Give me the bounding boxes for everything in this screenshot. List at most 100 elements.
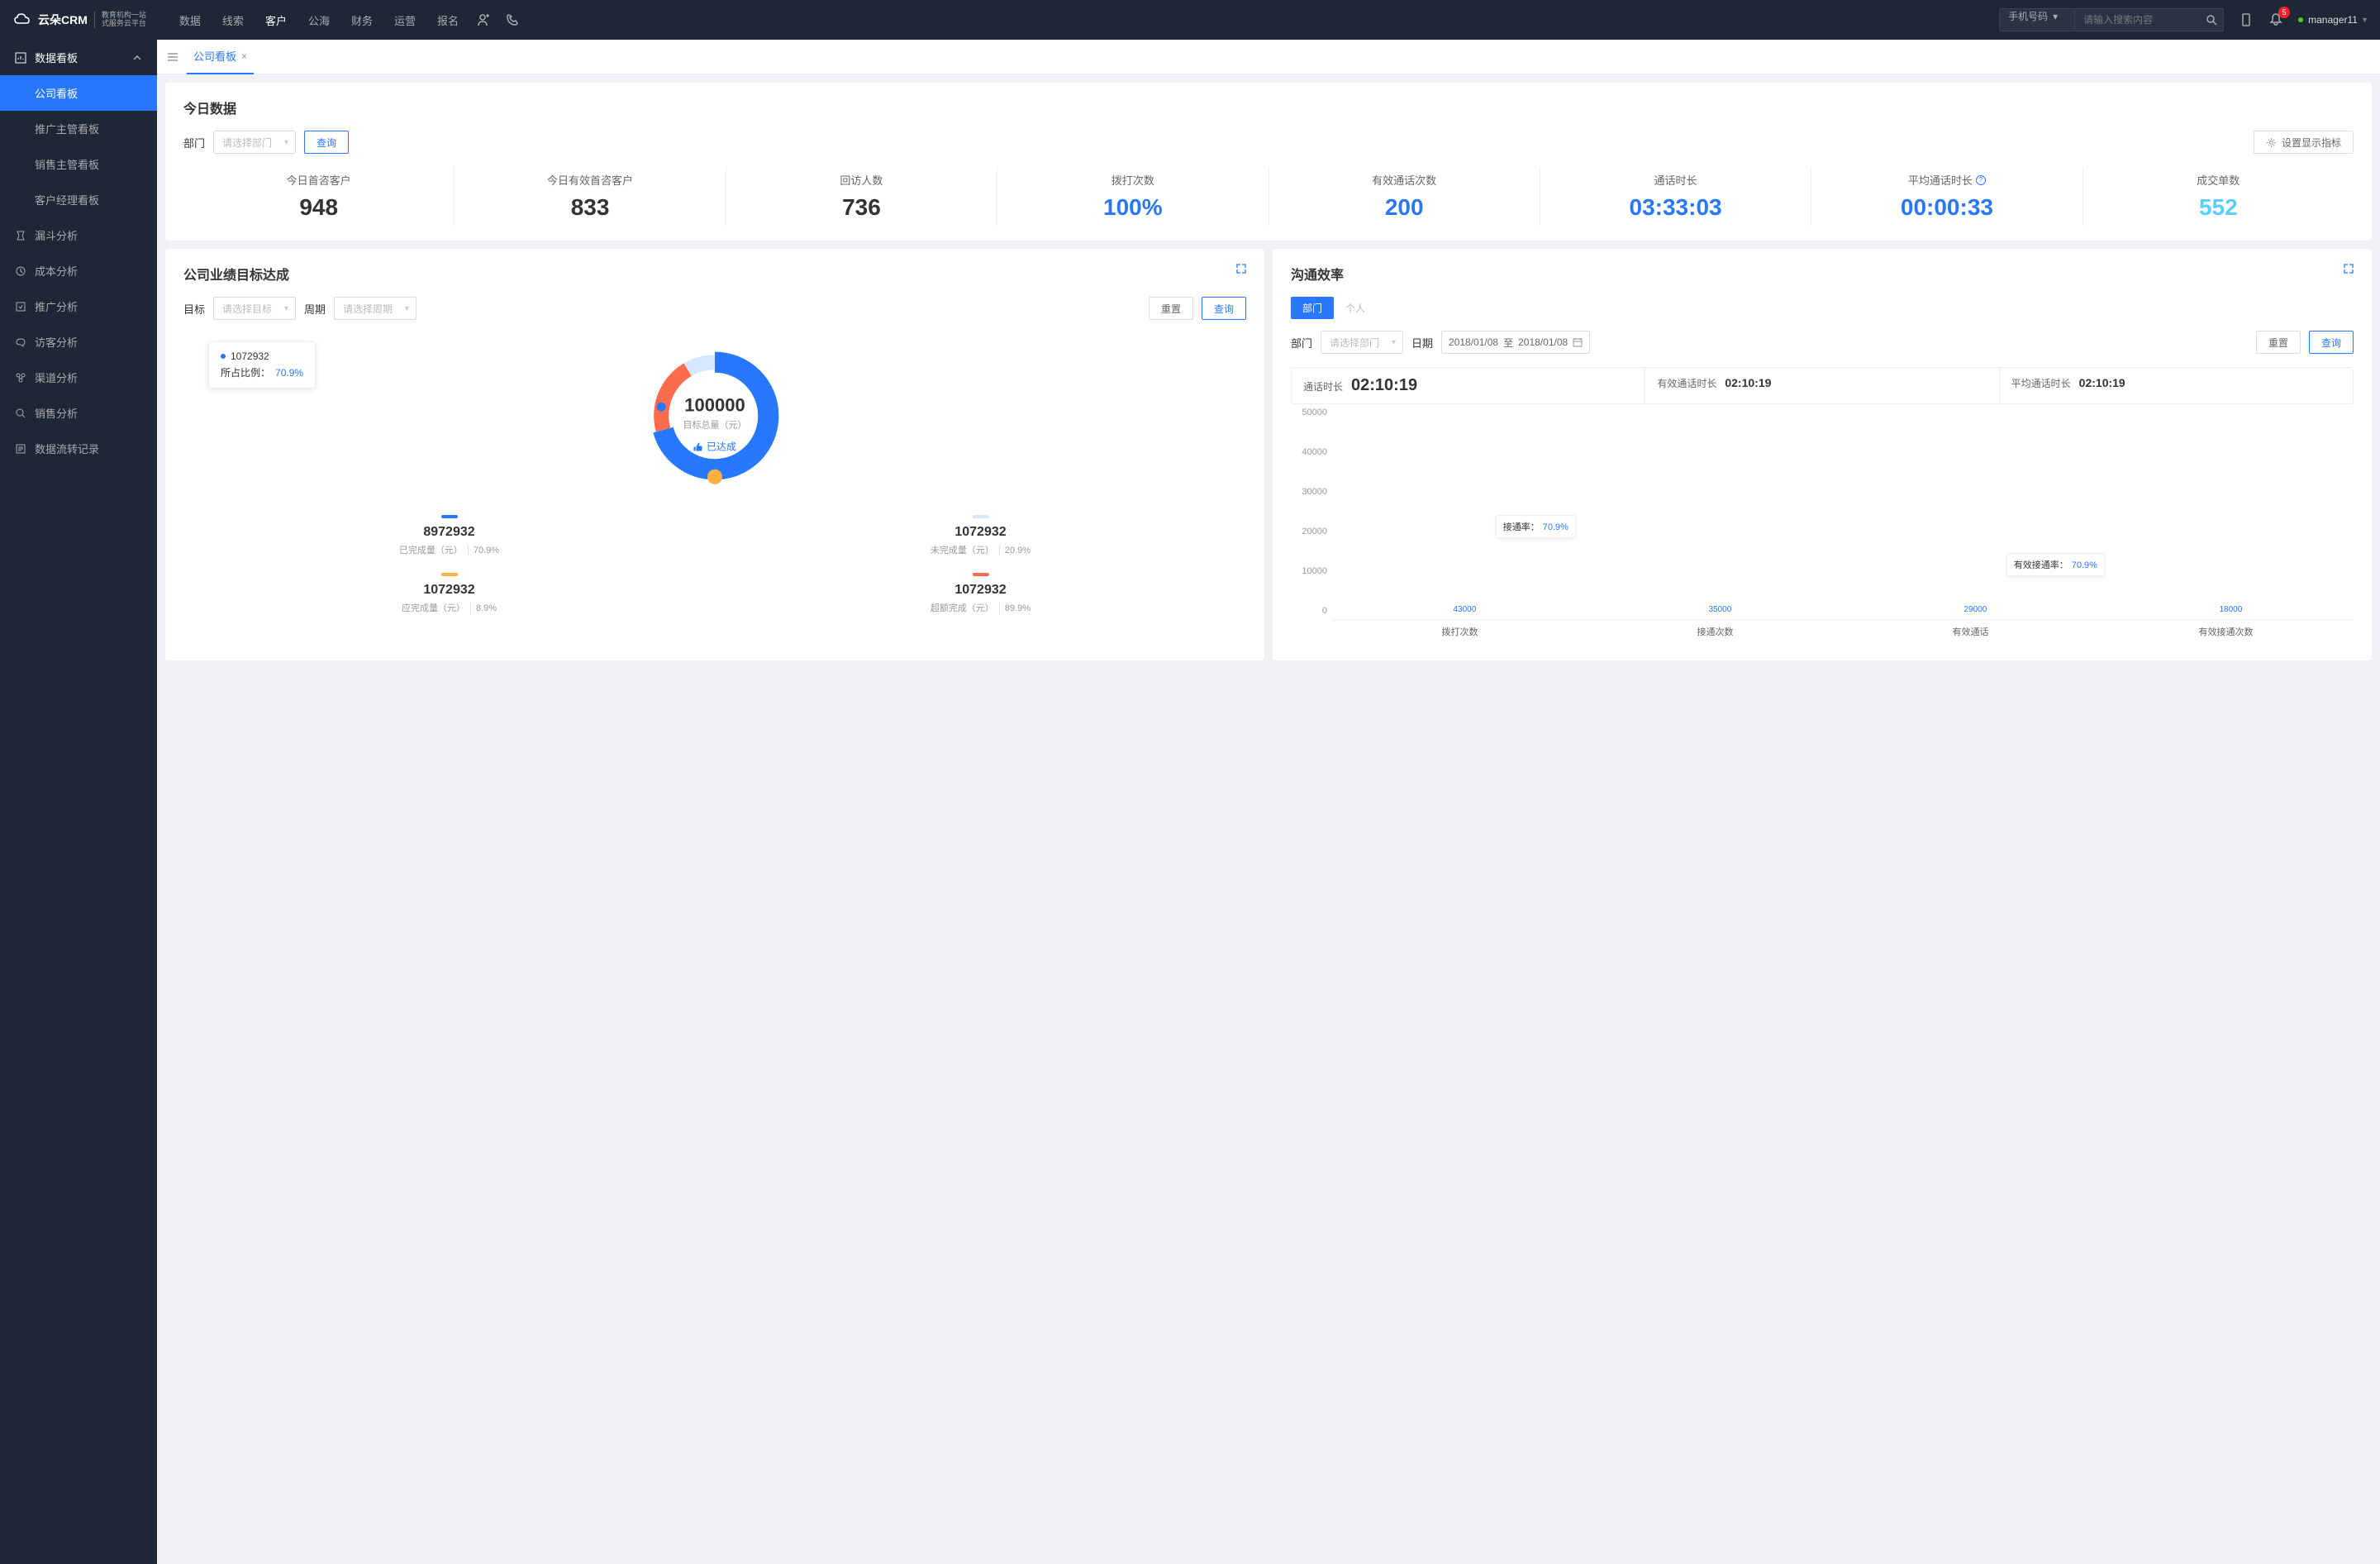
nav-item-5[interactable]: 运营 [394, 12, 416, 28]
date-range[interactable]: 2018/01/08 至 2018/01/08 [1441, 331, 1590, 354]
comm-title: 沟通效率 [1291, 264, 2354, 284]
sidebar: 数据看板 公司看板推广主管看板销售主管看板客户经理看板 漏斗分析成本分析推广分析… [0, 40, 157, 1564]
sidebar-item-6[interactable]: 数据流转记录 [0, 431, 157, 466]
menu-icon[interactable] [167, 51, 178, 63]
tooltip-ratio-label: 所占比例： [221, 365, 270, 379]
nav-quick-icons [475, 12, 520, 27]
dept-label: 部门 [1291, 335, 1312, 350]
username: manager11 [2308, 14, 2358, 26]
add-user-icon[interactable] [475, 12, 490, 27]
search-input[interactable] [2075, 8, 2224, 31]
gear-icon [2266, 137, 2277, 148]
notifications[interactable]: 5 [2268, 12, 2283, 29]
menu-item-icon [15, 301, 26, 312]
sidebar-item-4[interactable]: 渠道分析 [0, 360, 157, 395]
query-button[interactable]: 查询 [2309, 331, 2354, 354]
tabs-bar: 公司看板 × [157, 40, 2380, 74]
sidebar-category-dashboard[interactable]: 数据看板 [0, 40, 157, 75]
y-tick: 20000 [1302, 527, 1327, 536]
tab-person[interactable]: 个人 [1334, 297, 1377, 319]
bar-value-label: 18000 [2220, 605, 2243, 614]
donut-center: 100000 目标总量（元） 已达成 [683, 395, 747, 454]
kpi-label: 今日首咨客户 [183, 172, 454, 188]
sidebar-sub-0[interactable]: 公司看板 [0, 75, 157, 111]
stat-value: 02:10:19 [2079, 376, 2125, 389]
period-select[interactable]: 请选择周期 [334, 297, 416, 320]
tab-dept[interactable]: 部门 [1291, 297, 1334, 319]
menu-item-icon [15, 408, 26, 419]
phone-icon[interactable] [505, 12, 520, 27]
settings-indicators-button[interactable]: 设置显示指标 [2254, 131, 2354, 154]
chevron-down-icon: ▾ [2363, 16, 2367, 25]
date-sep: 至 [1503, 336, 1513, 350]
sidebar-item-label: 漏斗分析 [35, 227, 78, 243]
sidebar-item-3[interactable]: 访客分析 [0, 324, 157, 360]
nav-item-2[interactable]: 客户 [265, 12, 287, 28]
menu-item-icon [15, 336, 26, 348]
kpi-0: 今日首咨客户948 [183, 167, 455, 226]
help-icon[interactable]: ? [1976, 175, 1986, 185]
y-tick: 0 [1322, 606, 1327, 616]
donut-status: 已达成 [683, 440, 747, 454]
sidebar-item-2[interactable]: 推广分析 [0, 288, 157, 324]
kpi-7: 成交单数552 [2083, 167, 2354, 226]
comm-dept-select[interactable]: 请选择部门 [1321, 331, 1403, 354]
donut-chart: 1072932 所占比例：70.9% 100000 目标总量（ [183, 333, 1246, 507]
status-dot [2298, 17, 2303, 22]
kpi-1: 今日有效首咨客户833 [455, 167, 726, 226]
nav-item-3[interactable]: 公海 [308, 12, 330, 28]
header-right: 手机号码 5 manager11 ▾ [1999, 8, 2367, 31]
chart-tooltip: 1072932 所占比例：70.9% [208, 341, 316, 389]
target-select[interactable]: 请选择目标 [213, 297, 296, 320]
sidebar-item-label: 成本分析 [35, 263, 78, 279]
kpi-value: 552 [2083, 194, 2354, 221]
nav-item-4[interactable]: 财务 [351, 12, 373, 28]
search-icon[interactable] [2206, 14, 2217, 26]
sidebar-sub-2[interactable]: 销售主管看板 [0, 146, 157, 182]
tooltip-ratio: 70.9% [275, 367, 303, 379]
search-type-select[interactable]: 手机号码 [1999, 8, 2075, 31]
sidebar-item-0[interactable]: 漏斗分析 [0, 217, 157, 253]
kpi-value: 100% [997, 194, 1268, 221]
stat-label: 平均通话时长 [2011, 376, 2071, 390]
bar-value-label: 43000 [1454, 605, 1477, 614]
sidebar-sub-3[interactable]: 客户经理看板 [0, 182, 157, 217]
expand-icon[interactable] [1236, 264, 1246, 274]
dept-select[interactable]: 请选择部门 [213, 131, 296, 154]
query-button[interactable]: 查询 [304, 131, 349, 154]
sidebar-item-label: 销售分析 [35, 405, 78, 421]
stat-cell-2: 平均通话时长 02:10:19 [2000, 368, 2353, 403]
legend-color [441, 515, 458, 518]
reset-button[interactable]: 重置 [2256, 331, 2301, 354]
user-menu[interactable]: manager11 ▾ [2298, 14, 2367, 26]
nav-item-1[interactable]: 线索 [222, 12, 244, 28]
reset-button[interactable]: 重置 [1149, 297, 1193, 320]
kpi-label: 今日有效首咨客户 [455, 172, 725, 188]
sidebar-sub-1[interactable]: 推广主管看板 [0, 111, 157, 146]
mobile-icon[interactable] [2239, 12, 2254, 27]
legend-item-2: 1072932 应完成量（元）8.9% [183, 573, 715, 614]
today-filter-row: 部门 请选择部门 查询 设置显示指标 [183, 131, 2354, 154]
sidebar-item-5[interactable]: 销售分析 [0, 395, 157, 431]
status-text: 已达成 [707, 440, 736, 454]
stat-cell-1: 有效通话时长02:10:19 [1645, 368, 1999, 403]
nav-item-6[interactable]: 报名 [437, 12, 459, 28]
sidebar-item-label: 渠道分析 [35, 370, 78, 385]
legend-label: 应完成量（元）8.9% [183, 601, 715, 614]
tab-company-dashboard[interactable]: 公司看板 × [187, 40, 254, 74]
menu-item-icon [15, 230, 26, 241]
legend-value: 1072932 [183, 583, 715, 598]
sidebar-item-1[interactable]: 成本分析 [0, 253, 157, 288]
legend-value: 1072932 [715, 583, 1246, 598]
bar-value-label: 29000 [1964, 605, 1987, 614]
legend-item-0: 8972932已完成量（元）70.9% [183, 515, 715, 556]
expand-icon[interactable] [2344, 264, 2354, 274]
query-button[interactable]: 查询 [1202, 297, 1246, 320]
cloud-icon [13, 11, 31, 29]
kpi-label: 平均通话时长? [1811, 172, 2082, 188]
x-label: 接通次数 [1697, 625, 1734, 638]
close-icon[interactable]: × [241, 50, 247, 62]
legend-color [973, 515, 989, 518]
nav-item-0[interactable]: 数据 [179, 12, 201, 28]
today-data-card: 今日数据 部门 请选择部门 查询 设置显示指标 今日首咨客户948今日有效首咨客… [165, 83, 2372, 241]
